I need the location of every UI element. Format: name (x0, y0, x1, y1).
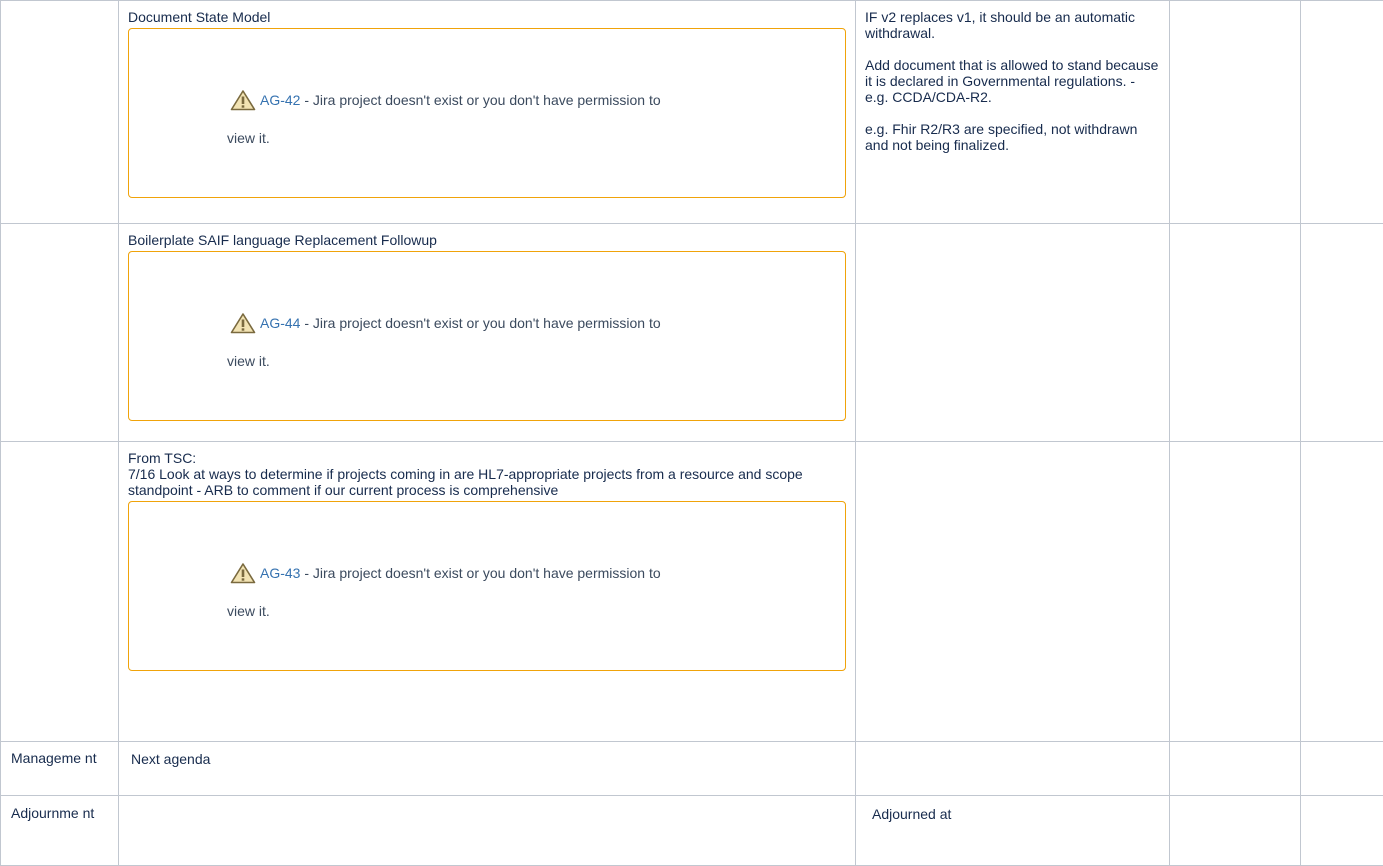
item-title: Boilerplate SAIF language Replacement Fo… (128, 232, 846, 248)
table-row: From TSC: 7/16 Look at ways to determine… (1, 442, 1383, 742)
jira-error-message: - Jira project doesn't exist or you don'… (300, 315, 660, 331)
due-cell (1301, 224, 1383, 442)
jira-issue-macro: AG-42 - Jira project doesn't exist or yo… (128, 28, 846, 198)
jira-error-message: - Jira project doesn't exist or you don'… (300, 92, 660, 108)
table-row: Manageme nt Next agenda (1, 742, 1383, 796)
owner-cell (1170, 1, 1301, 224)
warning-triangle-icon (230, 562, 256, 584)
jira-error-message-cont: view it. (227, 603, 270, 619)
notes-cell (856, 224, 1170, 442)
item-title: Document State Model (128, 9, 846, 25)
discussion-cell: From TSC: 7/16 Look at ways to determine… (119, 442, 856, 742)
discussion-cell (119, 796, 856, 866)
owner-cell (1170, 442, 1301, 742)
owner-cell (1170, 224, 1301, 442)
due-cell (1301, 442, 1383, 742)
topic-cell (1, 442, 119, 742)
jira-issue-link[interactable]: AG-43 (260, 565, 300, 581)
agenda-text: Next agenda (119, 742, 855, 767)
discussion-cell: Boilerplate SAIF language Replacement Fo… (119, 224, 856, 442)
minutes-table: Document State Model AG-42 - Jira projec… (0, 0, 1383, 866)
topic-cell (1, 224, 119, 442)
item-title: From TSC: (128, 450, 846, 466)
topic-cell (1, 1, 119, 224)
jira-error-message-cont: view it. (227, 353, 270, 369)
owner-cell (1170, 742, 1301, 796)
jira-error-message-cont: view it. (227, 130, 270, 146)
notes-cell (856, 442, 1170, 742)
discussion-cell: Next agenda (119, 742, 856, 796)
warning-triangle-icon (230, 89, 256, 111)
jira-issue-macro: AG-43 - Jira project doesn't exist or yo… (128, 501, 846, 671)
adjourned-text: Adjourned at (856, 796, 1169, 822)
due-cell (1301, 742, 1383, 796)
topic-label: Manageme nt (1, 742, 118, 766)
warning-triangle-icon (230, 312, 256, 334)
topic-cell: Adjournme nt (1, 796, 119, 866)
jira-issue-link[interactable]: AG-44 (260, 315, 300, 331)
jira-issue-link[interactable]: AG-42 (260, 92, 300, 108)
note-paragraph: e.g. Fhir R2/R3 are specified, not withd… (865, 121, 1160, 153)
notes-cell: Adjourned at (856, 796, 1170, 866)
due-cell (1301, 1, 1383, 224)
jira-issue-macro: AG-44 - Jira project doesn't exist or yo… (128, 251, 846, 421)
discussion-cell: Document State Model AG-42 - Jira projec… (119, 1, 856, 224)
jira-error-message: - Jira project doesn't exist or you don'… (300, 565, 660, 581)
topic-label: Adjournme nt (1, 796, 118, 821)
confluence-page: Document State Model AG-42 - Jira projec… (0, 0, 1383, 855)
table-row: Document State Model AG-42 - Jira projec… (1, 1, 1383, 224)
notes-cell (856, 742, 1170, 796)
table-row: Boilerplate SAIF language Replacement Fo… (1, 224, 1383, 442)
owner-cell (1170, 796, 1301, 866)
notes-cell: IF v2 replaces v1, it should be an autom… (856, 1, 1170, 224)
item-text: 7/16 Look at ways to determine if projec… (128, 466, 846, 498)
due-cell (1301, 796, 1383, 866)
topic-cell: Manageme nt (1, 742, 119, 796)
note-paragraph: IF v2 replaces v1, it should be an autom… (865, 9, 1160, 41)
table-row: Adjournme nt Adjourned at (1, 796, 1383, 866)
note-paragraph: Add document that is allowed to stand be… (865, 57, 1160, 105)
